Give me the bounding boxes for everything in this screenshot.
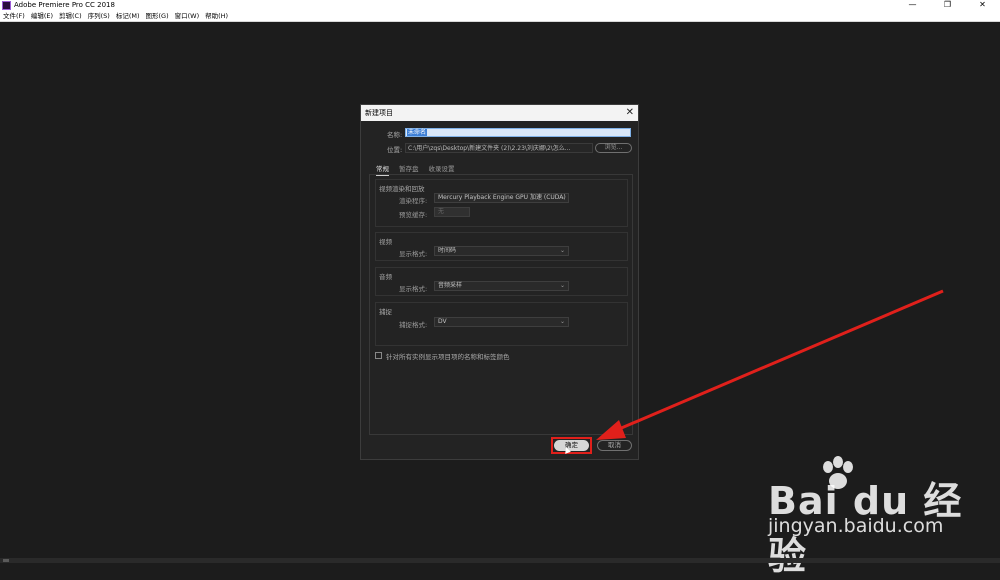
arrow-line (611, 289, 944, 434)
capture-group-title: 捕捉 (379, 308, 392, 316)
show-name-label-color-label: 针对所有实例显示项目项的名称和标签颜色 (386, 353, 510, 361)
menu-help[interactable]: 帮助(H) (205, 11, 228, 21)
menu-file[interactable]: 文件(F) (3, 11, 25, 21)
preview-cache-label: 预览缓存: (399, 211, 428, 219)
ok-button-red-highlight (551, 437, 592, 454)
capture-format-select[interactable]: DV ⌄ (434, 317, 569, 327)
chevron-down-icon: ⌄ (559, 318, 565, 325)
video-display-format-select[interactable]: 时间码 ⌄ (434, 246, 569, 256)
restore-icon[interactable]: ❐ (930, 0, 965, 11)
menu-clip[interactable]: 剪辑(C) (59, 11, 82, 21)
video-group: 视频 显示格式: 时间码 ⌄ (375, 232, 628, 261)
location-select[interactable]: C:\用户\zqs\Desktop\新建文件夹 (2)\2.23\刘庆娜\2\怎… (405, 143, 593, 153)
preview-cache-select[interactable]: 无 (434, 207, 470, 217)
capture-format-value: DV (438, 318, 447, 325)
menubar: 文件(F) 编辑(E) 剪辑(C) 序列(S) 标记(M) 图形(G) 窗口(W… (0, 11, 1000, 22)
location-label: 位置: (387, 146, 403, 154)
general-tab-panel: 视频渲染和回放 渲染程序: Mercury Playback Engine GP… (369, 174, 633, 435)
menu-edit[interactable]: 编辑(E) (31, 11, 53, 21)
video-display-format-value: 时间码 (438, 247, 457, 254)
premiere-app-icon (2, 1, 11, 10)
dialog-titlebar: 新建项目 ✕ (361, 105, 638, 121)
new-project-dialog: 新建项目 ✕ 名称: 未命名 位置: C:\用户\zqs\Desktop\新建文… (360, 104, 639, 460)
audio-display-format-value: 音频采样 (438, 282, 463, 289)
baidu-jingyan-watermark: Bai du 经验 jingyan.baidu.com (760, 455, 990, 578)
chevron-down-icon: ⌄ (559, 247, 565, 254)
capture-group: 捕捉 捕捉格式: DV ⌄ (375, 302, 628, 346)
window-titlebar: Adobe Premiere Pro CC 2018 — ❐ ✕ (0, 0, 1000, 11)
menu-graphics[interactable]: 图形(G) (146, 11, 169, 21)
video-group-title: 视频 (379, 238, 392, 246)
dialog-close-icon[interactable]: ✕ (626, 106, 634, 119)
audio-group-title: 音频 (379, 273, 392, 281)
chevron-down-icon: ⌄ (559, 282, 565, 289)
close-window-icon[interactable]: ✕ (965, 0, 1000, 11)
project-name-value: 未命名 (407, 129, 428, 136)
menu-markers[interactable]: 标记(M) (116, 11, 140, 21)
render-group-title: 视频渲染和回放 (379, 185, 425, 193)
renderer-value: Mercury Playback Engine GPU 加速 (CUDA) (438, 194, 566, 201)
menu-sequence[interactable]: 序列(S) (88, 11, 110, 21)
chevron-down-icon: ⌄ (559, 194, 565, 201)
audio-display-format-label: 显示格式: (399, 285, 428, 293)
audio-group: 音频 显示格式: 音频采样 ⌄ (375, 267, 628, 296)
status-indicator (3, 559, 9, 562)
renderer-select[interactable]: Mercury Playback Engine GPU 加速 (CUDA) ⌄ (434, 193, 569, 203)
browse-button[interactable]: 浏览... (595, 143, 632, 153)
show-name-label-color-checkbox[interactable] (375, 352, 382, 359)
menu-window[interactable]: 窗口(W) (175, 11, 200, 21)
preview-cache-value: 无 (438, 208, 445, 215)
minimize-icon[interactable]: — (895, 0, 930, 11)
name-label: 名称: (387, 131, 403, 139)
project-name-input[interactable]: 未命名 (405, 128, 631, 137)
render-group: 视频渲染和回放 渲染程序: Mercury Playback Engine GP… (375, 179, 628, 227)
audio-display-format-select[interactable]: 音频采样 ⌄ (434, 281, 569, 291)
statusbar (0, 558, 1000, 563)
video-display-format-label: 显示格式: (399, 250, 428, 258)
window-title: Adobe Premiere Pro CC 2018 (14, 1, 115, 9)
watermark-url: jingyan.baidu.com (768, 515, 944, 537)
capture-format-label: 捕捉格式: (399, 321, 428, 329)
cancel-button[interactable]: 取消 (597, 440, 632, 451)
window-controls: — ❐ ✕ (895, 0, 1000, 11)
renderer-label: 渲染程序: (399, 197, 428, 205)
dialog-title: 新建项目 (365, 109, 393, 117)
